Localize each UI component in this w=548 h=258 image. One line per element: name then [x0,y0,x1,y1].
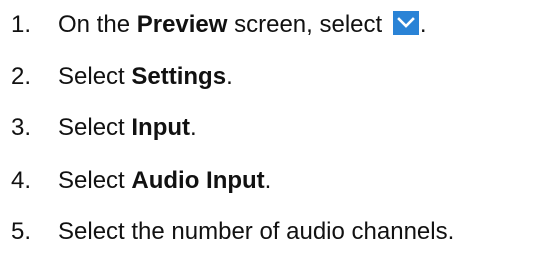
step-number: 4. [11,167,32,194]
step-suffix: . [419,11,427,38]
menu-name-settings: Settings [131,63,227,90]
step-prefix: Select [58,114,132,141]
screen-name-preview: Preview [136,11,228,38]
step-number: 3. [11,114,32,141]
step-prefix: On the [58,11,137,38]
step-1: 1. On the Preview screen, select . [0,5,427,45]
step-suffix: . [226,63,233,90]
menu-name-audio-input: Audio Input [131,167,265,194]
step-text: On the Preview screen, select . [58,11,427,39]
step-prefix: Select [58,167,132,194]
step-5: 5. Select the number of audio channels. [0,212,454,252]
menu-name-input: Input [131,114,191,141]
step-text: Select Audio Input. [58,167,271,195]
step-number: 5. [11,218,32,245]
step-prefix: Select [58,63,132,90]
step-3: 3. Select Input. [0,108,197,148]
step-suffix: . [264,167,272,194]
step-number: 2. [11,63,32,90]
step-text: Select the number of audio channels. [58,218,455,245]
step-suffix: . [190,114,197,141]
step-middle: screen, select [227,11,389,38]
step-text: Select Settings. [58,63,233,91]
step-text: Select Input. [58,114,197,142]
chevron-down-icon [392,11,419,35]
step-4: 4. Select Audio Input. [0,161,271,201]
step-number: 1. [11,11,32,38]
step-2: 2. Select Settings. [0,57,233,97]
